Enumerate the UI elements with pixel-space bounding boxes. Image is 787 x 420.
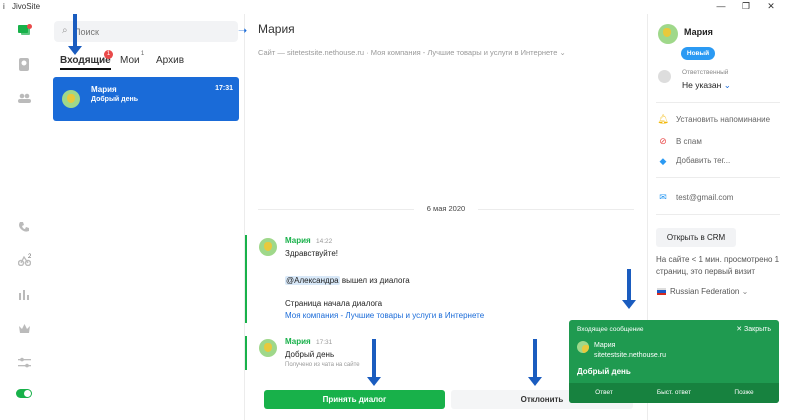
contacts-icon[interactable]: [16, 58, 32, 72]
message-author: Мария: [285, 337, 311, 346]
annotation-arrow: [68, 14, 82, 55]
start-page-label: Страница начала диалога: [285, 299, 383, 308]
responsible-select[interactable]: Не указан ⌄: [682, 80, 731, 91]
avatar: [658, 24, 678, 44]
reply-button[interactable]: Ответ: [569, 383, 639, 403]
notification-close[interactable]: ✕ Закрыть: [736, 325, 771, 333]
arrow-right-icon[interactable]: ➝: [238, 24, 247, 37]
conversation-title: Мария: [258, 22, 295, 36]
tag-icon: ◆: [659, 156, 667, 166]
system-message: @Александра вышел из диалога: [285, 276, 410, 285]
add-tag-action[interactable]: Добавить тег...: [676, 156, 730, 165]
chat-list-item[interactable]: Мария 17:31 Добрый день: [53, 77, 239, 121]
responsible-label: Ответственный: [682, 69, 729, 76]
minimize-button[interactable]: —: [715, 1, 727, 11]
status-badge: Новый: [681, 47, 715, 60]
message-marker: [245, 336, 247, 370]
visit-info: На сайте < 1 мин. просмотрено 1 страниц,…: [656, 255, 780, 276]
annotation-arrow: [367, 339, 381, 386]
tab-mine-badge: 1: [140, 51, 145, 57]
spam-icon: ⊘: [659, 136, 667, 146]
phone-icon[interactable]: [16, 221, 32, 235]
annotation-arrow: [528, 339, 542, 386]
date-label: 6 мая 2020: [414, 204, 478, 213]
spam-action[interactable]: В спам: [676, 137, 702, 146]
chevron-down-icon: ⌄: [723, 80, 731, 90]
later-button[interactable]: Позже: [709, 383, 779, 403]
crown-icon[interactable]: [16, 323, 32, 337]
avatar: [259, 339, 277, 357]
tab-mine[interactable]: Мои: [120, 55, 140, 66]
window-title: JivoSite: [12, 2, 41, 11]
notification-text: Добрый день: [577, 367, 631, 376]
notification-actions: Ответ Быст. ответ Позже: [569, 383, 779, 403]
message-text: Здравствуйте!: [285, 249, 339, 258]
tab-incoming-badge: 1: [104, 50, 113, 59]
visitor-country: Russian Federation ⌄: [670, 287, 749, 296]
avatar: [62, 90, 80, 108]
close-button[interactable]: ✕: [765, 1, 777, 12]
mention[interactable]: @Александра: [285, 276, 340, 285]
settings-sliders-icon[interactable]: [16, 357, 32, 371]
divider: [656, 177, 780, 178]
flag-icon: [657, 288, 666, 295]
start-page-link[interactable]: Моя компания - Лучшие товары и услуги в …: [285, 311, 484, 320]
search-input[interactable]: [74, 24, 224, 39]
chat-list-panel: ⌕ Входящие 1 Мои 1 Архив Мария 17:31 Доб…: [47, 14, 245, 420]
open-crm-button[interactable]: Открыть в CRM: [656, 228, 736, 247]
tab-archive[interactable]: Архив: [156, 55, 184, 66]
close-icon: ✕: [736, 326, 743, 333]
chat-item-name: Мария: [91, 85, 117, 94]
search-box[interactable]: ⌕: [54, 21, 238, 42]
notification-site: sitetestsite.nethouse.ru: [594, 352, 666, 359]
message-text: Добрый день: [285, 350, 335, 359]
online-toggle[interactable]: [16, 389, 32, 398]
reports-icon[interactable]: [16, 289, 32, 303]
date-separator: 6 мая 2020: [258, 204, 634, 214]
annotation-arrow: [622, 269, 636, 309]
accept-dialog-button[interactable]: Принять диалог: [264, 390, 445, 409]
bell-icon: 🔔︎: [657, 114, 669, 124]
divider: [656, 214, 780, 215]
avatar: [577, 341, 589, 353]
search-icon: ⌕: [62, 25, 68, 36]
chats-unread-dot: [27, 24, 32, 29]
restore-button[interactable]: ❐: [740, 1, 752, 12]
chat-item-time: 17:31: [215, 85, 233, 92]
message-time: 17:31: [316, 339, 333, 346]
notification-header: Входящее сообщение: [577, 326, 644, 333]
email-icon: ✉: [659, 192, 667, 202]
message-author: Мария: [285, 236, 311, 245]
quick-reply-button[interactable]: Быст. ответ: [639, 383, 709, 403]
divider: [656, 102, 780, 103]
visitors-badge: 2: [28, 254, 32, 260]
set-reminder-action[interactable]: Установить напоминание: [676, 115, 770, 124]
incoming-message-notification[interactable]: Входящее сообщение ✕ Закрыть Мария sitet…: [569, 320, 779, 403]
tab-incoming[interactable]: Входящие: [60, 55, 111, 70]
team-icon[interactable]: [16, 92, 32, 106]
site-info[interactable]: Сайт — sitetestsite.nethouse.ru · Моя ко…: [258, 48, 566, 57]
title-bar: i JivoSite — ❐ ✕: [0, 0, 787, 14]
message-source-note: Получено из чата на сайте: [285, 362, 360, 368]
app-icon: i: [3, 2, 5, 11]
notification-name: Мария: [594, 342, 616, 349]
message-marker: [245, 235, 247, 323]
message-time: 14:22: [316, 238, 333, 245]
avatar: [259, 238, 277, 256]
chat-item-preview: Добрый день: [91, 96, 139, 103]
visitor-name: Мария: [684, 27, 713, 37]
visitor-email[interactable]: test@gmail.com: [676, 193, 733, 202]
user-icon: [658, 70, 671, 83]
left-sidebar: 2: [0, 14, 47, 420]
